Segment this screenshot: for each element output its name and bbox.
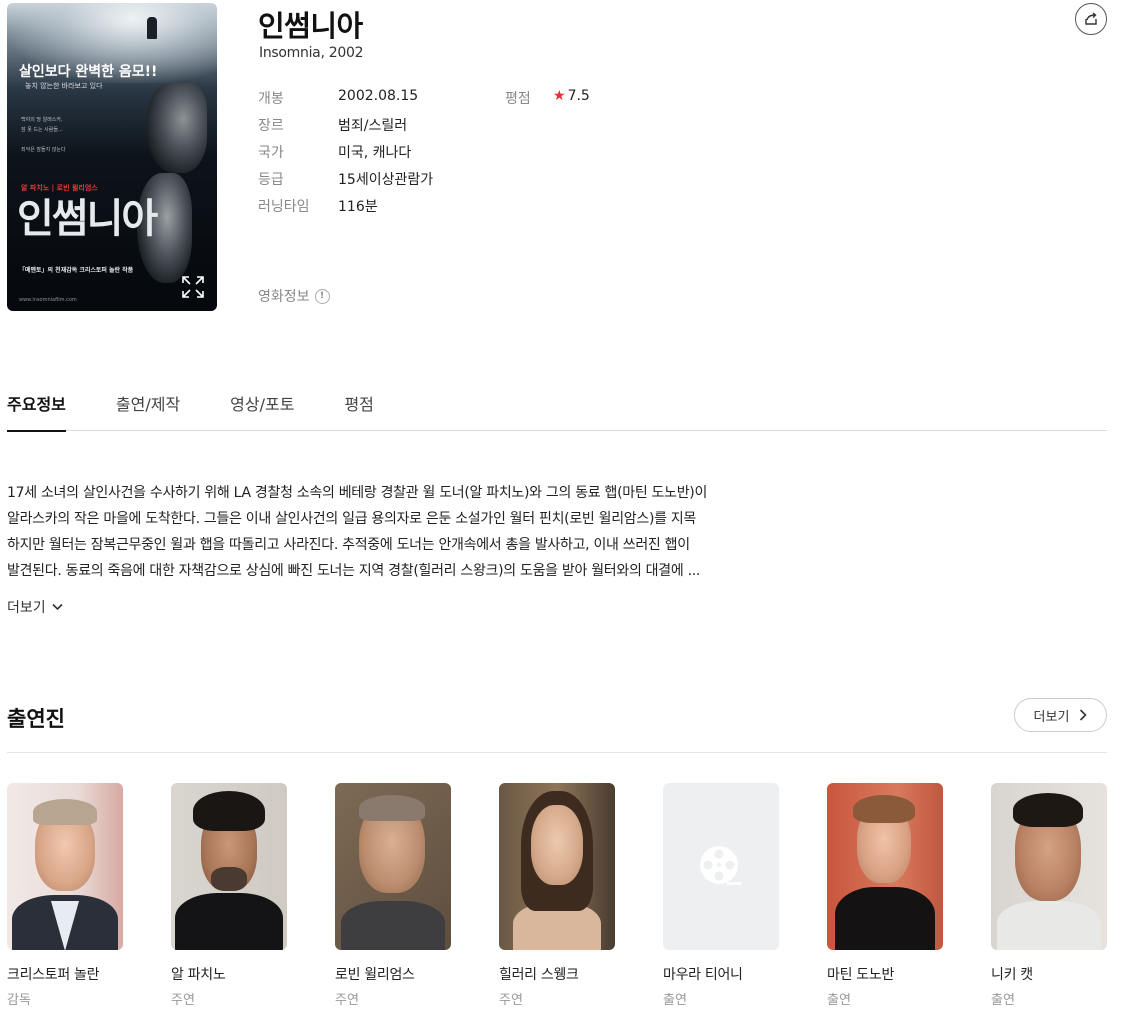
info-value: 범죄/스릴러 (338, 118, 408, 134)
synopsis-line: 하지만 월터는 잠복근무중인 윌과 햅을 따돌리고 사라진다. 추적중에 도너는… (7, 537, 690, 553)
person-role: 감독 (7, 993, 31, 1008)
poster-bottom-text: 「메멘토」의 천재감독 크리스토퍼 놀란 작품 (19, 267, 134, 274)
movie-subtitle: Insomnia, 2002 (259, 45, 364, 61)
chevron-right-icon (1080, 709, 1088, 721)
person-name[interactable]: 알 파치노 (171, 964, 287, 984)
person-name[interactable]: 니키 캣 (991, 964, 1107, 984)
info-value: 2002.08.15 (338, 88, 419, 104)
synopsis-line: 발견된다. 동료의 죽음에 대한 자책감으로 상심에 빠진 도너는 지역 경찰(… (7, 563, 701, 579)
info-label: 개봉 (258, 91, 284, 107)
person-name[interactable]: 마틴 도노반 (827, 964, 943, 984)
cast-more-label: 더보기 (1033, 709, 1070, 725)
tab-video-photo[interactable]: 영상/포토 (230, 388, 294, 431)
info-label: 등급 (258, 172, 284, 188)
cast-card[interactable]: 마우라 티어니 출연 (663, 783, 779, 1008)
synopsis-line: 알라스카의 작은 마을에 도착한다. 그들은 이내 살인사건의 일급 용의자로 … (7, 511, 696, 527)
movie-info-link[interactable]: 영화정보 ! (258, 286, 330, 306)
share-button[interactable] (1075, 3, 1107, 35)
info-value: 116분 (338, 199, 378, 215)
tab-cast-crew[interactable]: 출연/제작 (116, 388, 180, 431)
poster-text-line: 백야의 땅 알래스카, (21, 117, 63, 123)
cast-card[interactable]: 알 파치노 주연 (171, 783, 287, 1008)
poster-big-title: 인썸니아 (17, 196, 158, 242)
rating-score: ★ 7.5 (553, 88, 590, 104)
person-name[interactable]: 힐러리 스웽크 (499, 964, 615, 984)
person-role: 주연 (499, 993, 523, 1008)
person-photo[interactable] (7, 783, 123, 950)
person-role: 출연 (827, 993, 851, 1008)
info-label: 러닝타임 (258, 199, 310, 215)
tab-ratings[interactable]: 평점 (344, 388, 373, 431)
cast-divider (7, 752, 1107, 753)
info-value: 미국, 캐나다 (338, 145, 412, 161)
person-photo[interactable] (335, 783, 451, 950)
poster-subtag: 놓치 않는한 바라보고 있다 (25, 82, 103, 90)
movie-title: 인썸니아 (258, 9, 363, 43)
rating-label: 평점 (505, 91, 531, 107)
info-icon[interactable]: ! (314, 288, 330, 304)
movie-poster[interactable]: 살인보다 완벽한 음모!! 놓치 않는한 바라보고 있다 백야의 땅 알래스카,… (7, 3, 217, 311)
more-label: 더보기 (7, 600, 46, 616)
share-icon (1085, 12, 1097, 25)
rating-value: 7.5 (567, 88, 590, 104)
person-role: 출연 (991, 993, 1015, 1008)
poster-figure (147, 17, 157, 39)
expand-icon[interactable] (181, 275, 205, 299)
person-photo-placeholder[interactable] (663, 783, 779, 950)
info-label: 장르 (258, 118, 284, 134)
cast-more-button[interactable]: 더보기 (1014, 698, 1107, 732)
poster-cast: 알 파치노 | 로빈 윌리엄스 (21, 184, 98, 192)
person-role: 출연 (663, 993, 687, 1008)
synopsis-line: 17세 소녀의 살인사건을 수사하기 위해 LA 경찰청 소속의 베테랑 경찰관… (7, 485, 708, 501)
synopsis-more-button[interactable]: 더보기 (7, 597, 63, 617)
cast-heading: 출연진 (7, 707, 65, 731)
poster-url: www.insomniafilm.com (19, 297, 77, 303)
info-label: 국가 (258, 145, 284, 161)
person-photo[interactable] (499, 783, 615, 950)
movie-info-label: 영화정보 (258, 289, 310, 305)
person-name[interactable]: 크리스토퍼 놀란 (7, 964, 123, 984)
poster-face-top (147, 83, 207, 173)
person-name[interactable]: 마우라 티어니 (663, 964, 779, 984)
cast-card[interactable]: 니키 캣 출연 (991, 783, 1107, 1008)
cast-card[interactable]: 크리스토퍼 놀란 감독 (7, 783, 123, 1008)
synopsis: 17세 소녀의 살인사건을 수사하기 위해 LA 경찰청 소속의 베테랑 경찰관… (7, 480, 807, 584)
cast-card[interactable]: 마틴 도노반 출연 (827, 783, 943, 1008)
person-name[interactable]: 로빈 윌리엄스 (335, 964, 451, 984)
cast-card[interactable]: 로빈 윌리엄스 주연 (335, 783, 451, 1008)
poster-text-line: 죄악은 잠들지 않는다 (21, 147, 66, 153)
film-reel-icon (700, 845, 741, 885)
poster-tagline: 살인보다 완벽한 음모!! (19, 64, 158, 80)
star-icon: ★ (553, 88, 566, 104)
person-role: 주연 (171, 993, 195, 1008)
cast-card[interactable]: 힐러리 스웽크 주연 (499, 783, 615, 1008)
info-value: 15세이상관람가 (338, 172, 434, 188)
person-photo[interactable] (827, 783, 943, 950)
tab-bar: 주요정보 출연/제작 영상/포토 평점 (7, 388, 1107, 432)
tab-main-info[interactable]: 주요정보 (7, 388, 66, 432)
poster-text-line: 잠 못 드는 사람들... (21, 127, 63, 133)
person-photo[interactable] (171, 783, 287, 950)
chevron-down-icon (52, 603, 63, 611)
person-photo[interactable] (991, 783, 1107, 950)
person-role: 주연 (335, 993, 359, 1008)
